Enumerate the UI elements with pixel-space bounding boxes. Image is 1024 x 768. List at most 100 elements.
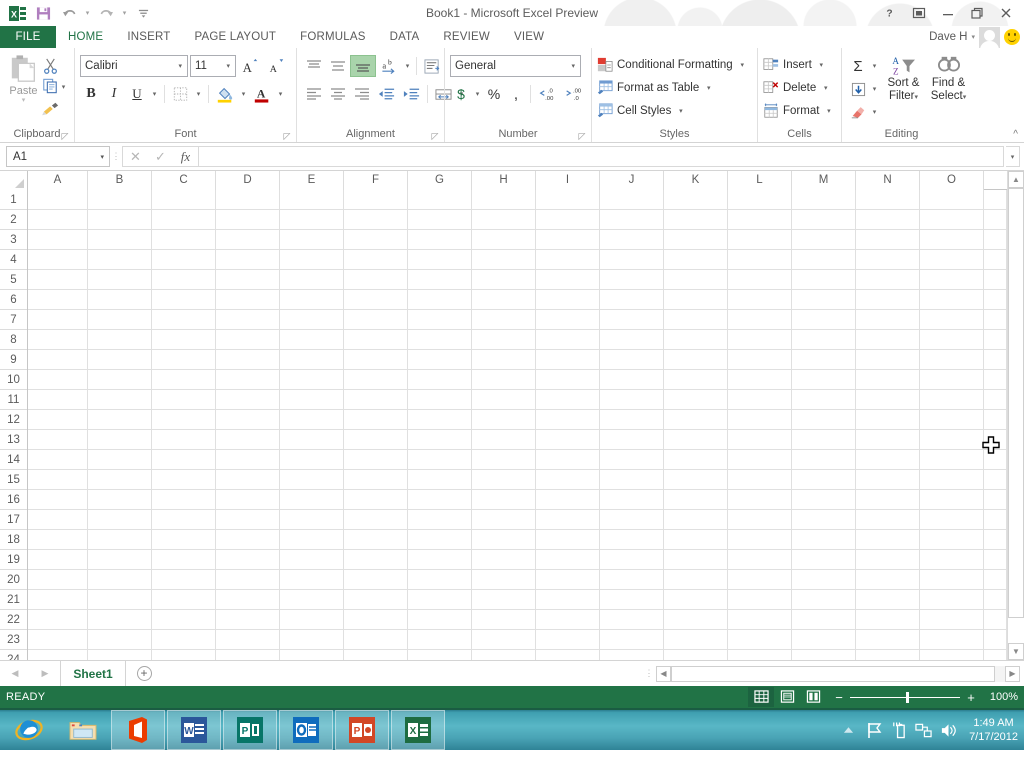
cell-I8[interactable]	[536, 330, 600, 350]
cell-D6[interactable]	[216, 290, 280, 310]
cell-C20[interactable]	[152, 570, 216, 590]
font-dialog-launcher[interactable]: ◸	[282, 131, 292, 141]
cell-C16[interactable]	[152, 490, 216, 510]
cell-N4[interactable]	[856, 250, 920, 270]
cell-B15[interactable]	[88, 470, 152, 490]
cell-G11[interactable]	[408, 390, 472, 410]
cell-H22[interactable]	[472, 610, 536, 630]
scroll-right-button[interactable]: ▶	[1005, 665, 1020, 682]
zoom-slider[interactable]	[850, 691, 960, 703]
cell-J19[interactable]	[600, 550, 664, 570]
row-header-10[interactable]: 10	[0, 370, 27, 390]
cell-filler[interactable]	[984, 370, 1007, 390]
cell-K21[interactable]	[664, 590, 728, 610]
underline-caret-icon[interactable]: ▾	[149, 90, 160, 98]
row-header-3[interactable]: 3	[0, 230, 27, 250]
cell-N22[interactable]	[856, 610, 920, 630]
cell-C23[interactable]	[152, 630, 216, 650]
cell-C15[interactable]	[152, 470, 216, 490]
zoom-level-label[interactable]: 100%	[982, 691, 1018, 703]
cell-L13[interactable]	[728, 430, 792, 450]
fill-button[interactable]	[847, 78, 869, 100]
cell-B8[interactable]	[88, 330, 152, 350]
cell-E4[interactable]	[280, 250, 344, 270]
cell-I16[interactable]	[536, 490, 600, 510]
cell-F24[interactable]	[344, 650, 408, 660]
format-as-table-button[interactable]: Format as Table ▾	[597, 77, 748, 99]
cell-C5[interactable]	[152, 270, 216, 290]
column-header-N[interactable]: N	[856, 171, 920, 190]
copy-caret-icon[interactable]: ▾	[58, 83, 69, 91]
cell-L19[interactable]	[728, 550, 792, 570]
insert-cells-button[interactable]: Insert ▾	[763, 54, 834, 76]
cell-D5[interactable]	[216, 270, 280, 290]
cell-A5[interactable]	[28, 270, 88, 290]
cell-B21[interactable]	[88, 590, 152, 610]
cell-L18[interactable]	[728, 530, 792, 550]
cell-A11[interactable]	[28, 390, 88, 410]
cell-A24[interactable]	[28, 650, 88, 660]
cell-B13[interactable]	[88, 430, 152, 450]
row-header-8[interactable]: 8	[0, 330, 27, 350]
decrease-decimal-button[interactable]: .00 .0	[560, 83, 586, 105]
cell-E17[interactable]	[280, 510, 344, 530]
clear-button[interactable]	[847, 101, 869, 123]
cell-I1[interactable]	[536, 190, 600, 210]
cell-G17[interactable]	[408, 510, 472, 530]
cell-D23[interactable]	[216, 630, 280, 650]
cell-E19[interactable]	[280, 550, 344, 570]
cell-N2[interactable]	[856, 210, 920, 230]
cell-H14[interactable]	[472, 450, 536, 470]
percent-style-button[interactable]: %	[483, 83, 505, 105]
cell-A16[interactable]	[28, 490, 88, 510]
row-header-22[interactable]: 22	[0, 610, 27, 630]
cell-G19[interactable]	[408, 550, 472, 570]
cell-filler[interactable]	[984, 630, 1007, 650]
orientation-button[interactable]: a b	[376, 55, 402, 77]
cell-D24[interactable]	[216, 650, 280, 660]
cell-filler[interactable]	[984, 350, 1007, 370]
tab-page-layout[interactable]: PAGE LAYOUT	[182, 26, 288, 48]
row-header-2[interactable]: 2	[0, 210, 27, 230]
cell-M4[interactable]	[792, 250, 856, 270]
zoom-in-button[interactable]: +	[966, 690, 976, 705]
align-right-button[interactable]	[350, 83, 374, 105]
zoom-out-button[interactable]: −	[834, 690, 844, 705]
cell-filler[interactable]	[984, 230, 1007, 250]
cell-J11[interactable]	[600, 390, 664, 410]
cell-M24[interactable]	[792, 650, 856, 660]
cell-L8[interactable]	[728, 330, 792, 350]
cell-O8[interactable]	[920, 330, 984, 350]
align-top-button[interactable]	[302, 55, 326, 77]
cell-H7[interactable]	[472, 310, 536, 330]
cell-H20[interactable]	[472, 570, 536, 590]
row-header-17[interactable]: 17	[0, 510, 27, 530]
column-header-G[interactable]: G	[408, 171, 472, 190]
cell-filler[interactable]	[984, 410, 1007, 430]
cell-C12[interactable]	[152, 410, 216, 430]
page-break-preview-button[interactable]	[800, 687, 826, 707]
cell-H16[interactable]	[472, 490, 536, 510]
cell-C6[interactable]	[152, 290, 216, 310]
avatar[interactable]	[979, 26, 1000, 48]
cell-O22[interactable]	[920, 610, 984, 630]
file-explorer-icon[interactable]	[56, 710, 110, 750]
cell-L1[interactable]	[728, 190, 792, 210]
cell-I10[interactable]	[536, 370, 600, 390]
cell-J10[interactable]	[600, 370, 664, 390]
cell-filler[interactable]	[984, 590, 1007, 610]
cell-E20[interactable]	[280, 570, 344, 590]
cell-B11[interactable]	[88, 390, 152, 410]
cell-G18[interactable]	[408, 530, 472, 550]
cell-A20[interactable]	[28, 570, 88, 590]
cell-G20[interactable]	[408, 570, 472, 590]
redo-caret-icon[interactable]: ▾	[119, 1, 130, 25]
cell-G16[interactable]	[408, 490, 472, 510]
cell-L5[interactable]	[728, 270, 792, 290]
cell-D16[interactable]	[216, 490, 280, 510]
show-hidden-icons-icon[interactable]	[840, 720, 857, 740]
column-header-H[interactable]: H	[472, 171, 536, 190]
column-header-M[interactable]: M	[792, 171, 856, 190]
cell-C22[interactable]	[152, 610, 216, 630]
format-as-table-caret-icon[interactable]: ▾	[703, 84, 714, 92]
